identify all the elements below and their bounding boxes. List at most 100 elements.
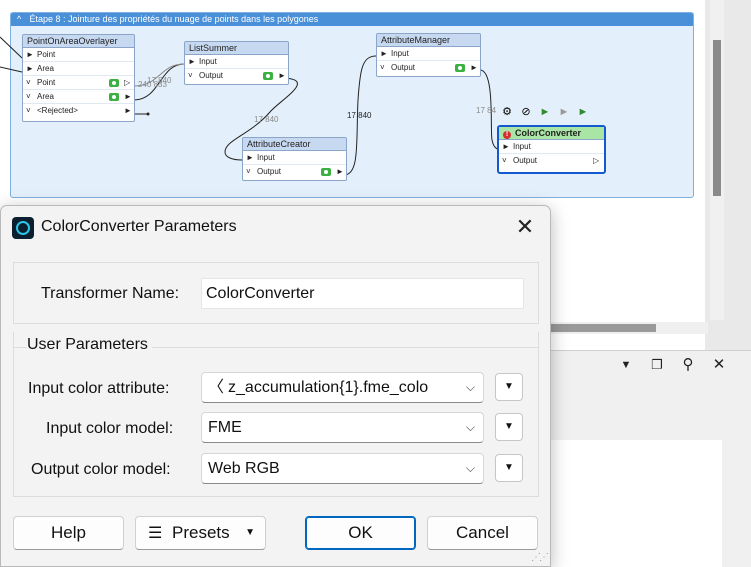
close-button[interactable]: ✕ bbox=[511, 216, 539, 240]
input-port[interactable]: ► Point bbox=[23, 48, 134, 62]
chevron-down-icon[interactable]: ▼ bbox=[616, 355, 636, 375]
presets-button[interactable]: ☰ Presets ▼ bbox=[135, 516, 266, 550]
ok-button[interactable]: OK bbox=[305, 516, 416, 550]
parameter-menu-button[interactable]: ▼ bbox=[495, 454, 523, 482]
close-icon[interactable]: ✕ bbox=[709, 355, 729, 375]
input-color-attribute-select[interactable]: 〈 z_accumulation{1}.fme_colo ⌵ bbox=[201, 372, 484, 403]
transformer-name-label: Transformer Name: bbox=[41, 285, 180, 302]
transformer-title: AttributeManager bbox=[377, 34, 480, 47]
input-color-attribute-label: Input color attribute: bbox=[28, 380, 170, 397]
expand-port-icon: ˅ bbox=[502, 156, 507, 165]
presets-label: Presets bbox=[172, 523, 230, 542]
transformer-listsummer[interactable]: ListSummer ► Input ˅ Output ► bbox=[184, 41, 289, 85]
port-label: Input bbox=[199, 57, 217, 66]
port-label: Input bbox=[257, 153, 275, 162]
help-button[interactable]: Help bbox=[13, 516, 124, 550]
gear-icon[interactable]: ⚙ bbox=[500, 105, 514, 119]
run-from-icon[interactable]: ► bbox=[557, 105, 571, 119]
transformer-title-text: ColorConverter bbox=[515, 128, 582, 138]
run-to-icon[interactable]: ► bbox=[538, 105, 552, 119]
connection-left-2 bbox=[0, 66, 23, 73]
input-port[interactable]: ► Input bbox=[185, 55, 288, 69]
transformer-title: PointOnAreaOverlayer bbox=[23, 35, 134, 48]
port-label: Output bbox=[513, 156, 538, 165]
inspect-cache-icon[interactable] bbox=[109, 93, 119, 101]
cancel-button[interactable]: Cancel bbox=[427, 516, 538, 550]
input-color-attribute-value: z_accumulation{1}.fme_colo bbox=[228, 379, 429, 396]
output-port-icon: ► bbox=[336, 167, 344, 176]
output-port[interactable]: ˅ Area ► bbox=[23, 90, 134, 104]
port-label: Area bbox=[37, 64, 54, 73]
input-port-icon: ► bbox=[26, 50, 34, 59]
output-port-icon: ► bbox=[124, 106, 132, 115]
inspect-cache-icon[interactable] bbox=[321, 168, 331, 176]
output-color-model-select[interactable]: Web RGB ⌵ bbox=[201, 453, 484, 484]
fme-app-icon bbox=[12, 217, 34, 239]
horizontal-scrollbar-thumb[interactable] bbox=[548, 324, 656, 332]
transformer-name-field[interactable]: ColorConverter bbox=[201, 278, 524, 309]
output-port-icon: ► bbox=[124, 92, 132, 101]
chevron-down-icon: ⌵ bbox=[465, 420, 475, 434]
input-port-icon: ► bbox=[380, 49, 388, 58]
port-label: <Rejected> bbox=[37, 106, 78, 115]
input-port[interactable]: ► Input bbox=[499, 140, 604, 154]
expand-port-icon: ˅ bbox=[380, 63, 385, 72]
input-port[interactable]: ► Area bbox=[23, 62, 134, 76]
expand-port-icon: ˅ bbox=[188, 71, 193, 80]
resize-grip-icon[interactable]: ⋰⋰ bbox=[531, 552, 549, 563]
output-port[interactable]: ˅ Output ► bbox=[243, 165, 346, 179]
feature-count-label: 240 833 bbox=[138, 80, 167, 89]
chevron-down-icon: ⌵ bbox=[461, 373, 475, 402]
expand-port-icon: ˅ bbox=[26, 78, 31, 87]
output-port[interactable]: ˅ Output ▷ bbox=[499, 154, 604, 168]
disable-icon[interactable]: ⊘ bbox=[519, 105, 533, 119]
output-port-rejected[interactable]: ˅ <Rejected> ► bbox=[23, 104, 134, 118]
port-label: Output bbox=[199, 71, 224, 80]
parameter-menu-button[interactable]: ▼ bbox=[495, 413, 523, 441]
port-label: Area bbox=[37, 92, 54, 101]
feature-count-label: 17 84 bbox=[476, 106, 497, 115]
run-icon[interactable]: ► bbox=[576, 105, 590, 119]
output-port[interactable]: ˅ Output ► bbox=[377, 61, 480, 75]
port-label: Point bbox=[37, 78, 56, 87]
chevron-down-icon: ⌵ bbox=[465, 461, 475, 475]
output-color-model-value: Web RGB bbox=[208, 460, 280, 477]
output-port-icon: ► bbox=[470, 63, 478, 72]
input-port[interactable]: ► Input bbox=[243, 151, 346, 165]
output-port[interactable]: ˅ Point ▷ bbox=[23, 76, 134, 90]
input-color-model-select[interactable]: FME ⌵ bbox=[201, 412, 484, 443]
output-port[interactable]: ˅ Output ► bbox=[185, 69, 288, 83]
caret-down-icon: ▼ bbox=[245, 527, 255, 538]
input-port-icon: ► bbox=[246, 153, 254, 162]
connection-left-1 bbox=[0, 36, 23, 59]
dialog-title-bar[interactable]: ColorConverter Parameters ✕ bbox=[1, 206, 550, 250]
pin-icon[interactable]: ⚲ bbox=[678, 355, 698, 375]
parameter-menu-button[interactable]: ▼ bbox=[495, 373, 523, 401]
connection-rejected-end bbox=[146, 112, 150, 116]
transformer-title: AttributeCreator bbox=[243, 138, 346, 151]
input-color-model-label: Input color model: bbox=[46, 420, 174, 437]
colorconverter-parameters-dialog: ColorConverter Parameters ✕ Transformer … bbox=[0, 205, 551, 567]
output-port-icon: ▷ bbox=[593, 156, 600, 165]
transformer-attributemanager[interactable]: AttributeManager ► Input ˅ Output ► bbox=[376, 33, 481, 77]
feature-count-label: 17 840 bbox=[254, 115, 279, 124]
input-port-icon: ► bbox=[26, 64, 34, 73]
dock-panel-content bbox=[548, 440, 722, 567]
transformer-pointonareaoverlayer[interactable]: PointOnAreaOverlayer ► Point ► Area ˅ Point… bbox=[22, 34, 135, 122]
inspect-cache-icon[interactable] bbox=[455, 64, 465, 72]
input-port-icon: ► bbox=[188, 57, 196, 66]
input-port[interactable]: ► Input bbox=[377, 47, 480, 61]
transformer-attributecreator[interactable]: AttributeCreator ► Input ˅ Output ► bbox=[242, 137, 347, 181]
input-color-model-value: FME bbox=[208, 419, 242, 436]
inspect-cache-icon[interactable] bbox=[263, 72, 273, 80]
inspect-cache-icon[interactable] bbox=[109, 79, 119, 87]
transformer-colorconverter[interactable]: ! ColorConverter ► Input ˅ Output ▷ bbox=[497, 125, 606, 174]
dock-panel-toolbar: ▼ ❐ ⚲ ✕ bbox=[548, 350, 751, 378]
vertical-scrollbar-thumb[interactable] bbox=[713, 40, 721, 196]
attribute-icon: 〈 bbox=[208, 379, 225, 396]
port-label: Point bbox=[37, 50, 56, 59]
port-label: Output bbox=[391, 63, 416, 72]
float-icon[interactable]: ❐ bbox=[647, 355, 667, 375]
expand-port-icon: ˅ bbox=[246, 167, 251, 176]
port-label: Input bbox=[513, 142, 531, 151]
